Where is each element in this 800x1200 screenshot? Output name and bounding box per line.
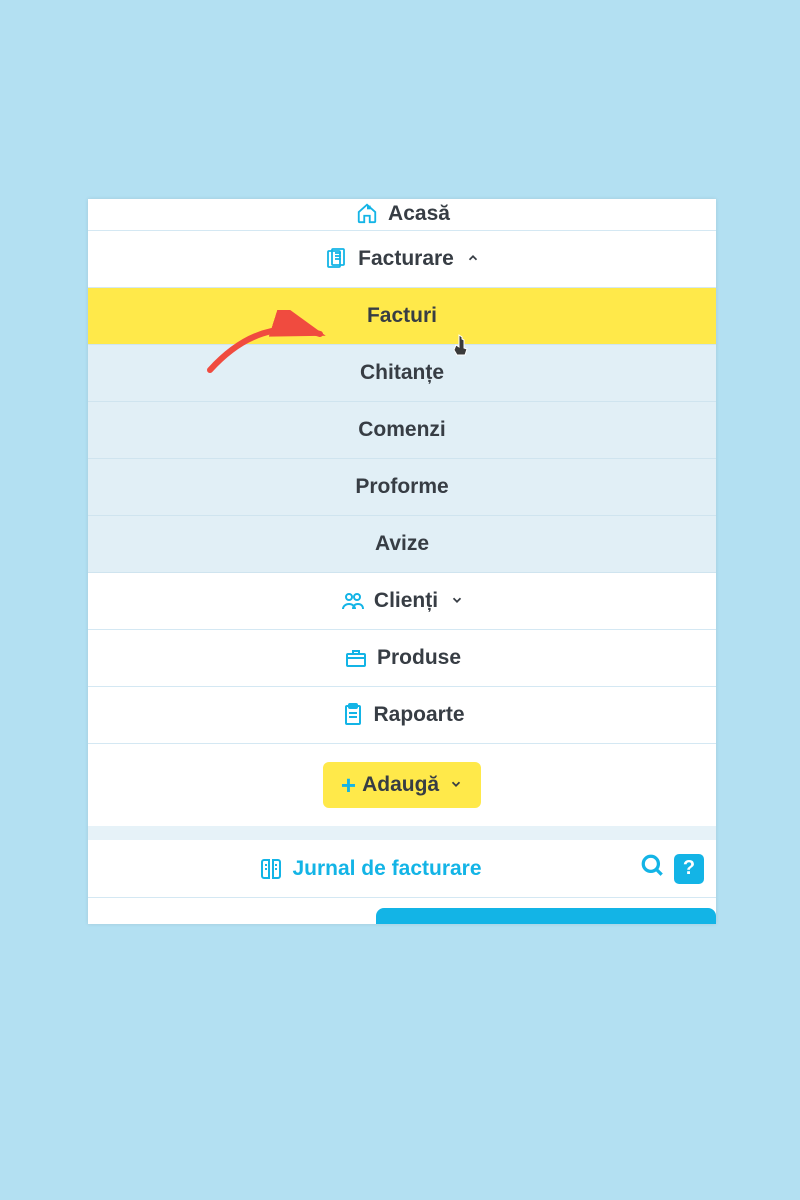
submenu-receipts[interactable]: Chitanțe — [88, 345, 716, 402]
help-icon[interactable]: ? — [674, 854, 704, 884]
footer-actions: ? — [640, 853, 704, 884]
submenu-notices[interactable]: Avize — [88, 516, 716, 573]
search-icon[interactable] — [640, 853, 666, 884]
add-button[interactable]: + Adaugă — [323, 762, 481, 808]
nav-panel: Acasă Facturare Facturi Chitanțe Comenzi… — [88, 199, 716, 924]
submenu-invoices[interactable]: Facturi — [88, 288, 716, 345]
home-icon — [354, 200, 380, 226]
submenu-orders-label: Comenzi — [358, 418, 446, 442]
footer-padding — [88, 826, 716, 840]
submenu-invoices-label: Facturi — [367, 304, 437, 328]
nav-home-label: Acasă — [388, 202, 450, 226]
journal-link[interactable]: Jurnal de facturare — [100, 856, 640, 882]
nav-products[interactable]: Produse — [88, 630, 716, 687]
nav-home[interactable]: Acasă — [88, 199, 716, 231]
journal-label: Jurnal de facturare — [292, 857, 481, 881]
submenu-proformas[interactable]: Proforme — [88, 459, 716, 516]
add-button-label: Adaugă — [362, 773, 439, 797]
submenu-orders[interactable]: Comenzi — [88, 402, 716, 459]
nav-clients[interactable]: Clienți — [88, 573, 716, 630]
chevron-down-icon — [449, 777, 463, 794]
chevron-down-icon — [450, 593, 464, 610]
nav-reports[interactable]: Rapoarte — [88, 687, 716, 744]
submenu-notices-label: Avize — [375, 532, 429, 556]
footer-bar: Jurnal de facturare ? — [88, 840, 716, 898]
nav-invoicing[interactable]: Facturare — [88, 231, 716, 288]
journal-icon — [258, 856, 284, 882]
clients-icon — [340, 588, 366, 614]
submenu-receipts-label: Chitanțe — [360, 361, 444, 385]
nav-products-label: Produse — [377, 646, 461, 670]
nav-reports-label: Rapoarte — [373, 703, 464, 727]
bottom-strip — [88, 898, 716, 924]
add-row: + Adaugă — [88, 744, 716, 826]
reports-icon — [339, 702, 365, 728]
invoicing-submenu: Facturi Chitanțe Comenzi Proforme Avize — [88, 288, 716, 573]
invoicing-icon — [324, 246, 350, 272]
plus-icon: + — [341, 772, 356, 798]
submenu-proformas-label: Proforme — [355, 475, 448, 499]
chevron-up-icon — [466, 251, 480, 268]
nav-clients-label: Clienți — [374, 589, 438, 613]
partial-button-peek — [376, 908, 716, 924]
help-label: ? — [683, 857, 695, 880]
products-icon — [343, 645, 369, 671]
nav-invoicing-label: Facturare — [358, 247, 454, 271]
